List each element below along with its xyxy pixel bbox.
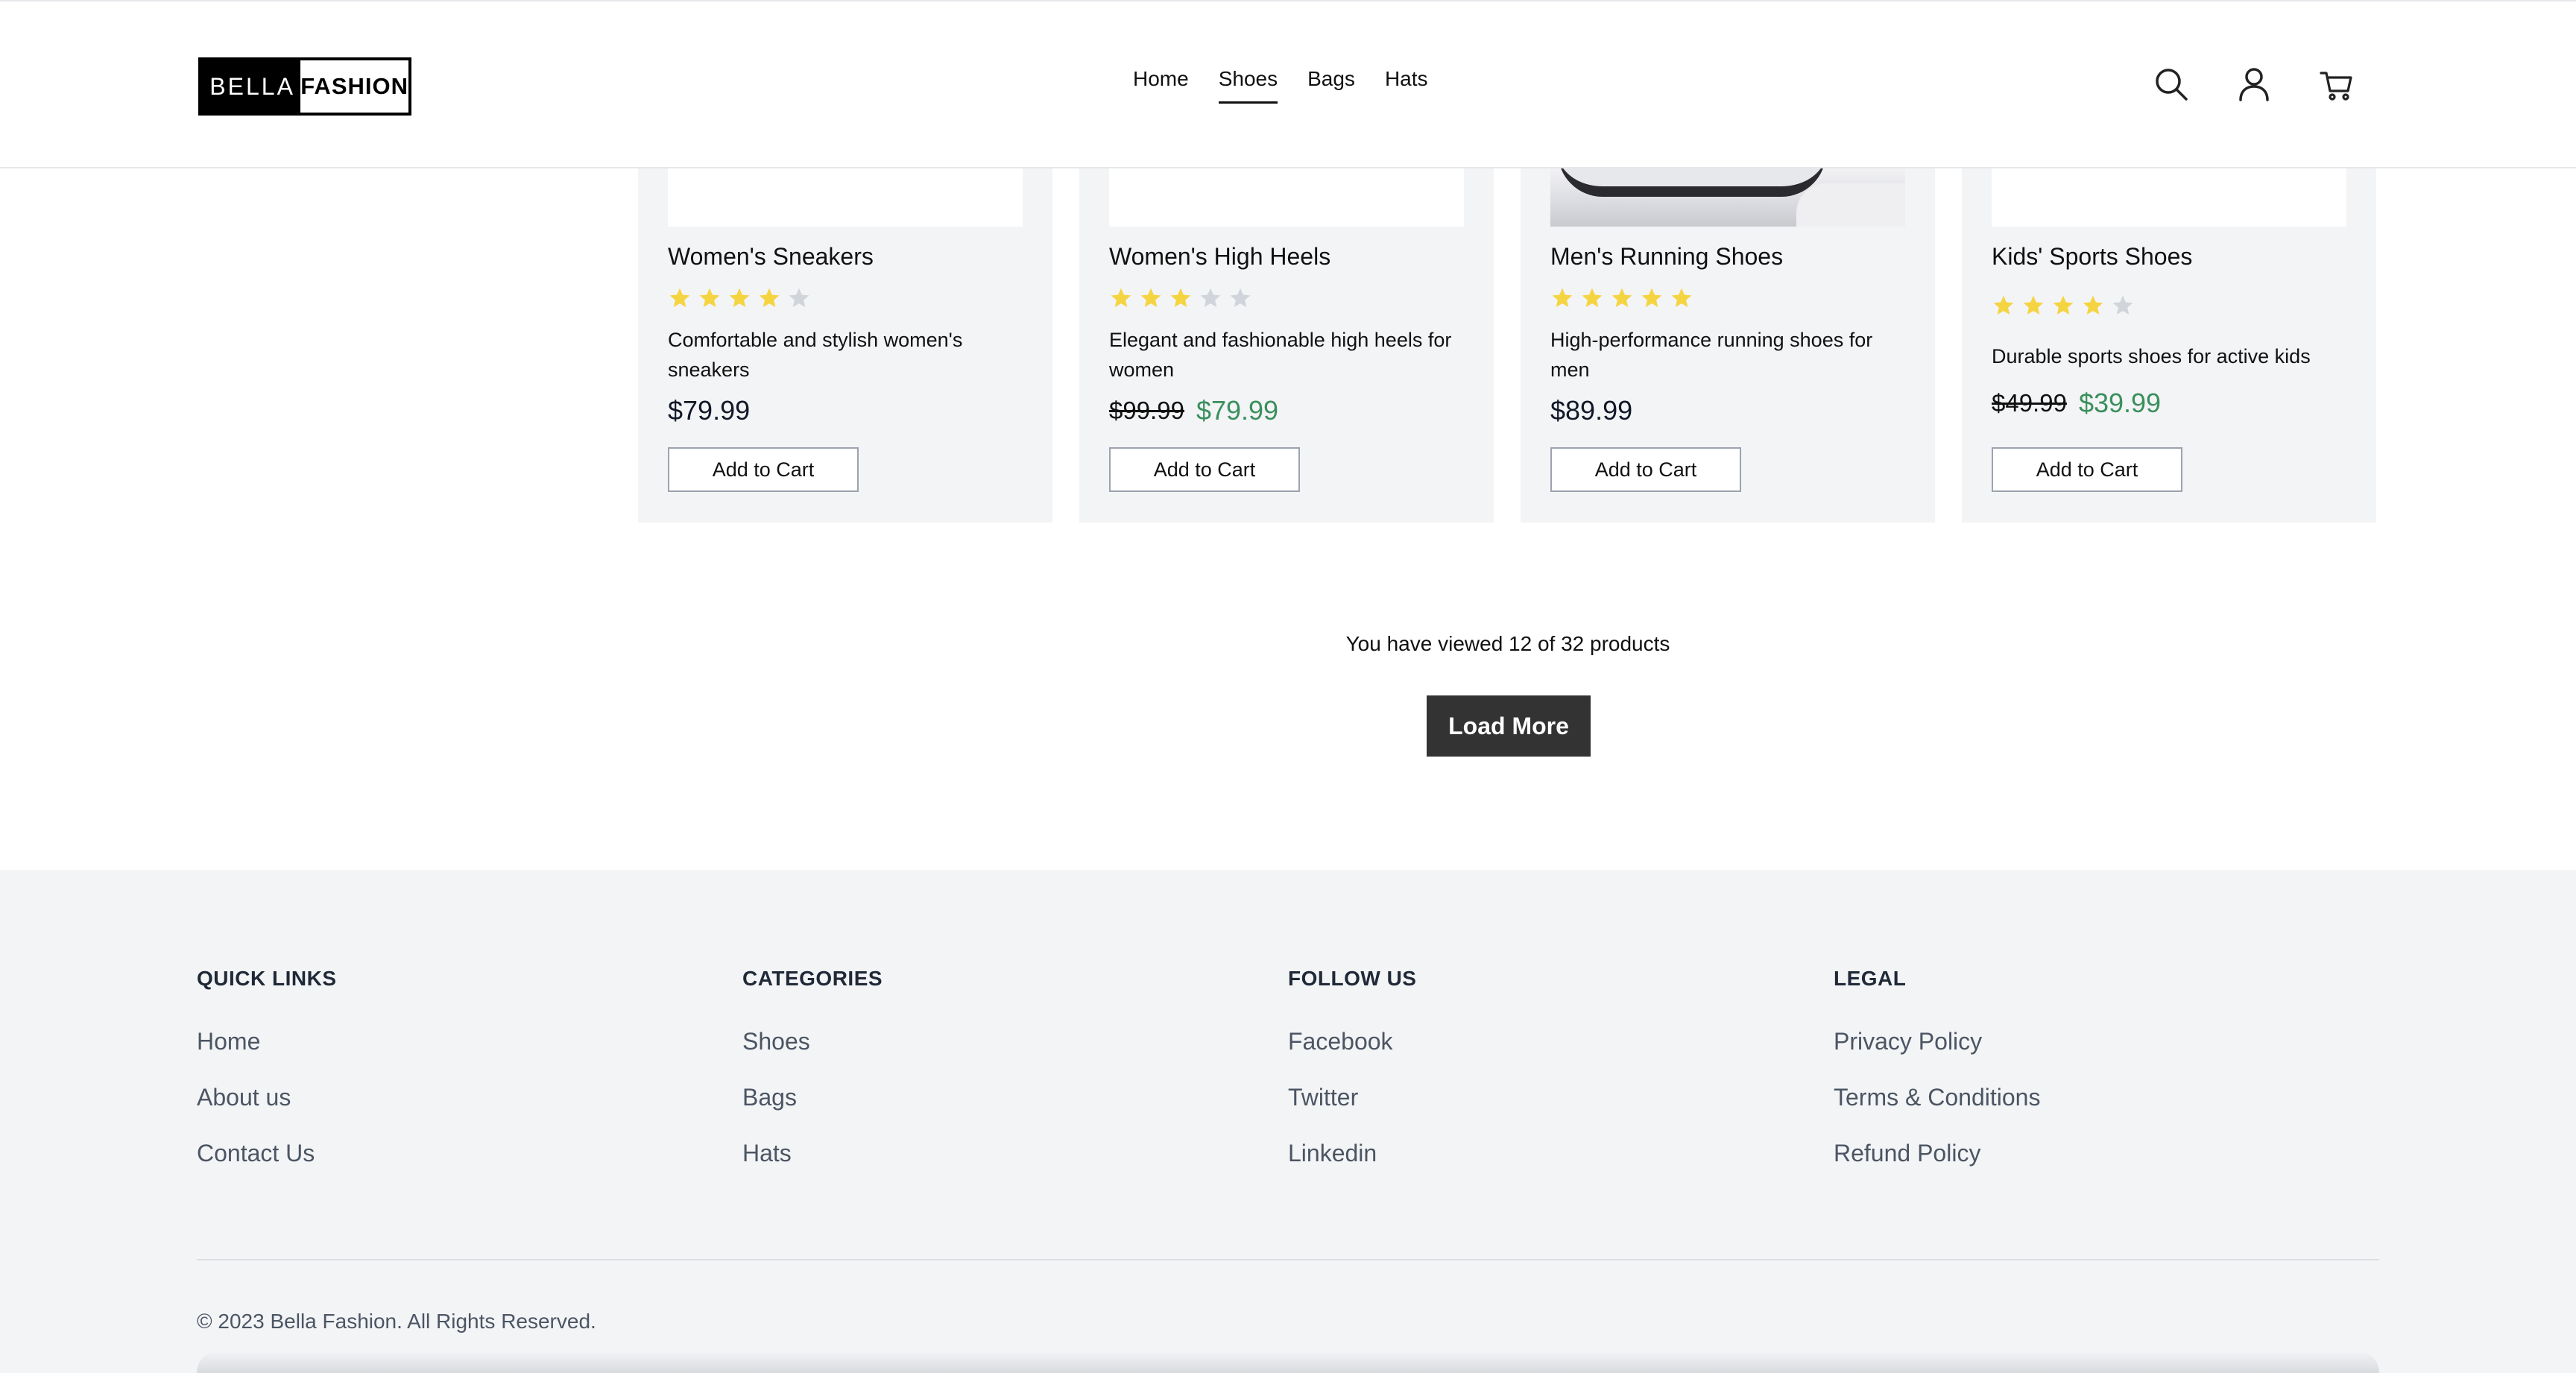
sale-price: $39.99 — [2078, 388, 2162, 418]
star-filled-icon — [2053, 295, 2074, 315]
footer-column-categories: CATEGORIES Shoes Bags Hats — [742, 967, 883, 1196]
product-image[interactable] — [1109, 168, 1464, 227]
star-filled-icon — [1170, 288, 1191, 307]
star-filled-icon — [759, 288, 780, 307]
footer-heading: LEGAL — [1834, 967, 1907, 990]
nav-shoes[interactable]: Shoes — [1218, 67, 1278, 104]
product-name[interactable]: Women's High Heels — [1109, 243, 1330, 271]
footer-link-hats[interactable]: Hats — [742, 1140, 883, 1167]
add-to-cart-button[interactable]: Add to Cart — [1992, 447, 2182, 492]
footer-bottom-shadow — [197, 1351, 2379, 1373]
footer-column-quick-links: QUICK LINKS Home About us Contact Us — [197, 967, 337, 1196]
nav-bags[interactable]: Bags — [1307, 67, 1355, 104]
copyright-text: © 2023 Bella Fashion. All Rights Reserve… — [197, 1310, 596, 1333]
star-filled-icon — [1582, 288, 1603, 307]
product-card[interactable]: Women's Sneakers Comfortable and stylish… — [638, 168, 1052, 523]
product-name[interactable]: Men's Running Shoes — [1550, 243, 1783, 271]
footer-link-refund[interactable]: Refund Policy — [1834, 1140, 2040, 1167]
footer-link-terms[interactable]: Terms & Conditions — [1834, 1084, 2040, 1111]
footer-link-bags[interactable]: Bags — [742, 1084, 883, 1111]
product-price: $79.99 — [668, 395, 750, 426]
product-image[interactable] — [1992, 168, 2346, 227]
footer-link-home[interactable]: Home — [197, 1028, 337, 1055]
original-price: $49.99 — [1992, 389, 2067, 417]
star-filled-icon — [2083, 295, 2103, 315]
star-rating — [1550, 286, 1693, 310]
star-filled-icon — [1611, 288, 1632, 307]
current-price: $79.99 — [668, 395, 751, 426]
original-price: $99.99 — [1109, 397, 1184, 424]
star-rating — [1992, 294, 2135, 318]
nav-hats[interactable]: Hats — [1385, 67, 1428, 104]
star-filled-icon — [1993, 295, 2014, 315]
current-price: $89.99 — [1550, 395, 1633, 426]
star-empty-icon — [1230, 288, 1251, 307]
star-filled-icon — [669, 288, 690, 307]
product-description: Durable sports shoes for active kids — [1992, 345, 2311, 367]
main-nav: Home Shoes Bags Hats — [1133, 67, 1428, 104]
add-to-cart-button[interactable]: Add to Cart — [1109, 447, 1300, 492]
footer-link-twitter[interactable]: Twitter — [1288, 1084, 1416, 1111]
product-description: Comfortable and stylish women's sneakers — [668, 329, 963, 381]
footer-column-legal: LEGAL Privacy Policy Terms & Conditions … — [1834, 967, 2040, 1196]
logo-text-bella: BELLA — [201, 60, 301, 113]
footer-heading: CATEGORIES — [742, 967, 883, 990]
product-grid: Women's Sneakers Comfortable and stylish… — [638, 168, 2378, 523]
star-filled-icon — [1641, 288, 1662, 307]
footer-link-linkedin[interactable]: Linkedin — [1288, 1140, 1416, 1167]
cart-icon[interactable] — [2318, 66, 2355, 103]
product-description: High-performance running shoes for men — [1550, 329, 1873, 381]
product-card[interactable]: Women's High Heels Elegant and fashionab… — [1079, 168, 1494, 523]
footer-divider — [197, 1259, 2379, 1260]
shoe-graphic — [1796, 183, 1905, 227]
star-filled-icon — [1552, 288, 1573, 307]
site-footer: QUICK LINKS Home About us Contact Us CAT… — [0, 870, 2576, 1373]
star-empty-icon — [1200, 288, 1221, 307]
star-filled-icon — [2023, 295, 2044, 315]
user-icon[interactable] — [2235, 66, 2273, 103]
star-filled-icon — [1111, 288, 1131, 307]
product-price: $99.99 $79.99 — [1109, 395, 1278, 426]
footer-link-contact[interactable]: Contact Us — [197, 1140, 337, 1167]
star-empty-icon — [2112, 295, 2133, 315]
footer-link-shoes[interactable]: Shoes — [742, 1028, 883, 1055]
product-name[interactable]: Kids' Sports Shoes — [1992, 243, 2192, 271]
load-more-button[interactable]: Load More — [1427, 695, 1591, 757]
footer-heading: FOLLOW US — [1288, 967, 1417, 990]
star-filled-icon — [1671, 288, 1692, 307]
sale-price: $79.99 — [1196, 395, 1279, 426]
footer-link-privacy[interactable]: Privacy Policy — [1834, 1028, 2040, 1055]
star-rating — [668, 286, 811, 310]
product-name[interactable]: Women's Sneakers — [668, 243, 874, 271]
star-filled-icon — [699, 288, 720, 307]
product-card[interactable]: Men's Running Shoes High-performance run… — [1521, 168, 1935, 523]
nav-home[interactable]: Home — [1133, 67, 1189, 104]
search-icon[interactable] — [2153, 66, 2190, 103]
product-image[interactable] — [668, 168, 1023, 227]
add-to-cart-button[interactable]: Add to Cart — [668, 447, 859, 492]
brand-logo[interactable]: BELLA FASHION — [198, 57, 411, 116]
product-card[interactable]: Kids' Sports Shoes Durable sports shoes … — [1962, 168, 2376, 523]
footer-link-about[interactable]: About us — [197, 1084, 337, 1111]
footer-column-follow-us: FOLLOW US Facebook Twitter Linkedin — [1288, 967, 1416, 1196]
product-price: $89.99 — [1550, 395, 1632, 426]
footer-link-facebook[interactable]: Facebook — [1288, 1028, 1416, 1055]
product-price: $49.99 $39.99 — [1992, 388, 2161, 419]
star-rating — [1109, 286, 1252, 310]
site-header: BELLA FASHION Home Shoes Bags Hats — [0, 0, 2576, 168]
logo-text-fashion: FASHION — [300, 60, 408, 113]
star-filled-icon — [1140, 288, 1161, 307]
star-filled-icon — [729, 288, 750, 307]
product-image[interactable] — [1550, 168, 1905, 227]
add-to-cart-button[interactable]: Add to Cart — [1550, 447, 1741, 492]
star-empty-icon — [789, 288, 809, 307]
shoe-graphic — [1558, 168, 1826, 197]
product-description: Elegant and fashionable high heels for w… — [1109, 329, 1452, 381]
viewed-count-text: You have viewed 12 of 32 products — [1345, 632, 1670, 655]
footer-heading: QUICK LINKS — [197, 967, 337, 990]
